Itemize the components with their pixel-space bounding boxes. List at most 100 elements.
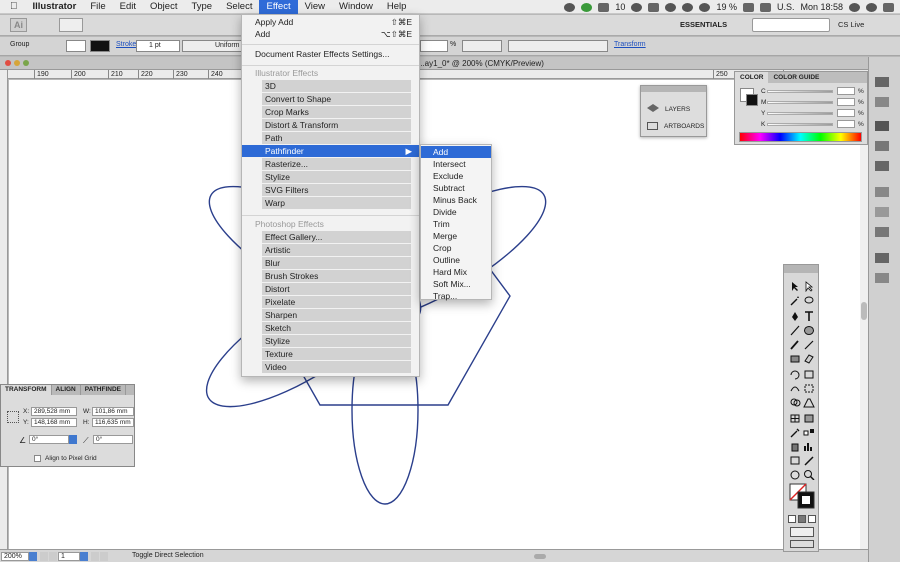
gradient-tool-icon[interactable] [803, 413, 815, 424]
direct-selection-tool-icon[interactable] [803, 281, 815, 293]
submenu-add[interactable]: Add [421, 146, 491, 158]
record-icon[interactable] [564, 2, 576, 12]
artboard-number[interactable]: 1 [58, 552, 80, 561]
graph-tool-icon[interactable] [803, 441, 815, 452]
lasso-tool-icon[interactable] [803, 295, 815, 306]
appearance-icon[interactable] [875, 253, 889, 263]
menu-stylize[interactable]: Stylize [262, 171, 411, 183]
menu-sharpen[interactable]: Sharpen [262, 309, 411, 321]
variable-width-profile[interactable]: Uniform [182, 40, 242, 52]
wifi-icon[interactable] [682, 2, 694, 12]
submenu-intersect[interactable]: Intersect [421, 158, 491, 170]
apple-icon[interactable]:  [0, 1, 26, 12]
panel-header[interactable] [641, 86, 706, 92]
stroke-color-icon[interactable] [746, 94, 758, 106]
color-panel-icon[interactable] [875, 77, 889, 87]
shape-builder-tool-icon[interactable] [789, 397, 801, 408]
submenu-trim[interactable]: Trim [421, 218, 491, 230]
transform-link[interactable]: Transform [614, 41, 646, 48]
pencil-tool-icon[interactable] [803, 339, 815, 350]
user-avatar-icon[interactable] [866, 2, 877, 12]
menu-ps-stylize[interactable]: Stylize [262, 335, 411, 347]
slice-tool-icon[interactable] [803, 455, 815, 466]
transparency-icon[interactable] [875, 227, 889, 237]
h-field[interactable]: 116,635 mm [92, 418, 134, 427]
menu-effect[interactable]: Effect [259, 0, 298, 14]
minimize-icon[interactable] [14, 60, 20, 66]
blob-brush-tool-icon[interactable] [789, 353, 801, 364]
last-artboard-icon[interactable] [100, 552, 108, 561]
menu-raster-settings[interactable]: Document Raster Effects Settings... [242, 48, 419, 60]
vertical-scrollbar[interactable] [860, 80, 868, 549]
menu-texture[interactable]: Texture [262, 348, 411, 360]
yellow-value[interactable] [837, 109, 855, 117]
submenu-merge[interactable]: Merge [421, 230, 491, 242]
tab-color[interactable]: COLOR [735, 72, 769, 83]
hand-tool-icon[interactable] [789, 469, 801, 480]
menu-window[interactable]: Window [332, 0, 380, 14]
pen-tool-icon[interactable] [789, 311, 801, 322]
menu-file[interactable]: File [83, 0, 112, 14]
evernote-icon[interactable] [581, 2, 593, 12]
battery-icon[interactable] [742, 2, 754, 12]
menu-svg-filters[interactable]: SVG Filters [262, 184, 411, 196]
magic-wand-tool-icon[interactable] [789, 295, 801, 306]
stroke-icon[interactable] [875, 187, 889, 197]
symbols-icon[interactable] [875, 161, 889, 171]
menu-edit[interactable]: Edit [113, 0, 143, 14]
fill-swatch[interactable] [66, 40, 86, 52]
menu-video[interactable]: Video [262, 361, 411, 373]
perspective-grid-tool-icon[interactable] [803, 397, 815, 408]
next-artboard-icon[interactable] [91, 552, 99, 561]
flag-icon[interactable] [759, 2, 771, 12]
menu-list-icon[interactable] [883, 2, 894, 12]
submenu-crop[interactable]: Crop [421, 242, 491, 254]
menu-type[interactable]: Type [184, 0, 219, 14]
vertical-ruler[interactable] [0, 70, 8, 549]
menu-sketch[interactable]: Sketch [262, 322, 411, 334]
gradient-mode-icon[interactable] [798, 515, 806, 523]
submenu-outline[interactable]: Outline [421, 254, 491, 266]
menu-brush-strokes[interactable]: Brush Strokes [262, 270, 411, 282]
black-slider[interactable] [767, 121, 833, 127]
menu-3d[interactable]: 3D [262, 80, 411, 92]
tab-transform[interactable]: TRANSFORM [1, 385, 52, 395]
submenu-divide[interactable]: Divide [421, 206, 491, 218]
style-picker[interactable] [462, 40, 502, 52]
warp-tool-icon[interactable] [789, 383, 801, 394]
cs-live-button[interactable]: CS Live [838, 20, 864, 29]
shear-field[interactable]: 0° [93, 435, 133, 444]
tools-header[interactable] [784, 265, 818, 273]
tab-pathfinder[interactable]: PATHFINDE [81, 385, 126, 395]
free-transform-tool-icon[interactable] [803, 383, 815, 394]
menu-crop-marks[interactable]: Crop Marks [262, 106, 411, 118]
cyan-value[interactable] [837, 87, 855, 95]
menu-blur[interactable]: Blur [262, 257, 411, 269]
arrange-documents-button[interactable] [59, 18, 83, 32]
menu-object[interactable]: Object [143, 0, 184, 14]
close-icon[interactable] [5, 60, 11, 66]
stroke-weight-field[interactable]: 1 pt [136, 40, 180, 52]
menu-pixelate[interactable]: Pixelate [262, 296, 411, 308]
menu-rasterize[interactable]: Rasterize... [262, 158, 411, 170]
blend-tool-icon[interactable] [803, 427, 815, 438]
help-search-input[interactable] [752, 18, 830, 32]
eraser-tool-icon[interactable] [803, 353, 815, 364]
mesh-tool-icon[interactable] [789, 413, 801, 424]
rotate-tool-icon[interactable] [789, 369, 801, 380]
workspace-switcher[interactable]: ESSENTIALS [680, 20, 727, 29]
ellipse-tool-icon[interactable] [803, 325, 815, 336]
menu-select[interactable]: Select [219, 0, 259, 14]
graphic-styles-icon[interactable] [875, 273, 889, 283]
symbol-sprayer-tool-icon[interactable] [789, 441, 801, 452]
clock-icon[interactable] [631, 2, 643, 12]
eyedropper-tool-icon[interactable] [789, 427, 801, 438]
menu-app-name[interactable]: Illustrator [26, 0, 84, 14]
menu-apply-add[interactable]: Apply Add ⇧⌘E [242, 16, 419, 28]
bluetooth-icon[interactable] [665, 2, 677, 12]
submenu-trap[interactable]: Trap... [421, 290, 491, 302]
screen-mode-icon[interactable] [790, 540, 814, 548]
menu-pathfinder[interactable]: Pathfinder ▶ [242, 145, 419, 157]
scale-tool-icon[interactable] [803, 369, 815, 380]
volume-icon[interactable] [699, 2, 711, 12]
